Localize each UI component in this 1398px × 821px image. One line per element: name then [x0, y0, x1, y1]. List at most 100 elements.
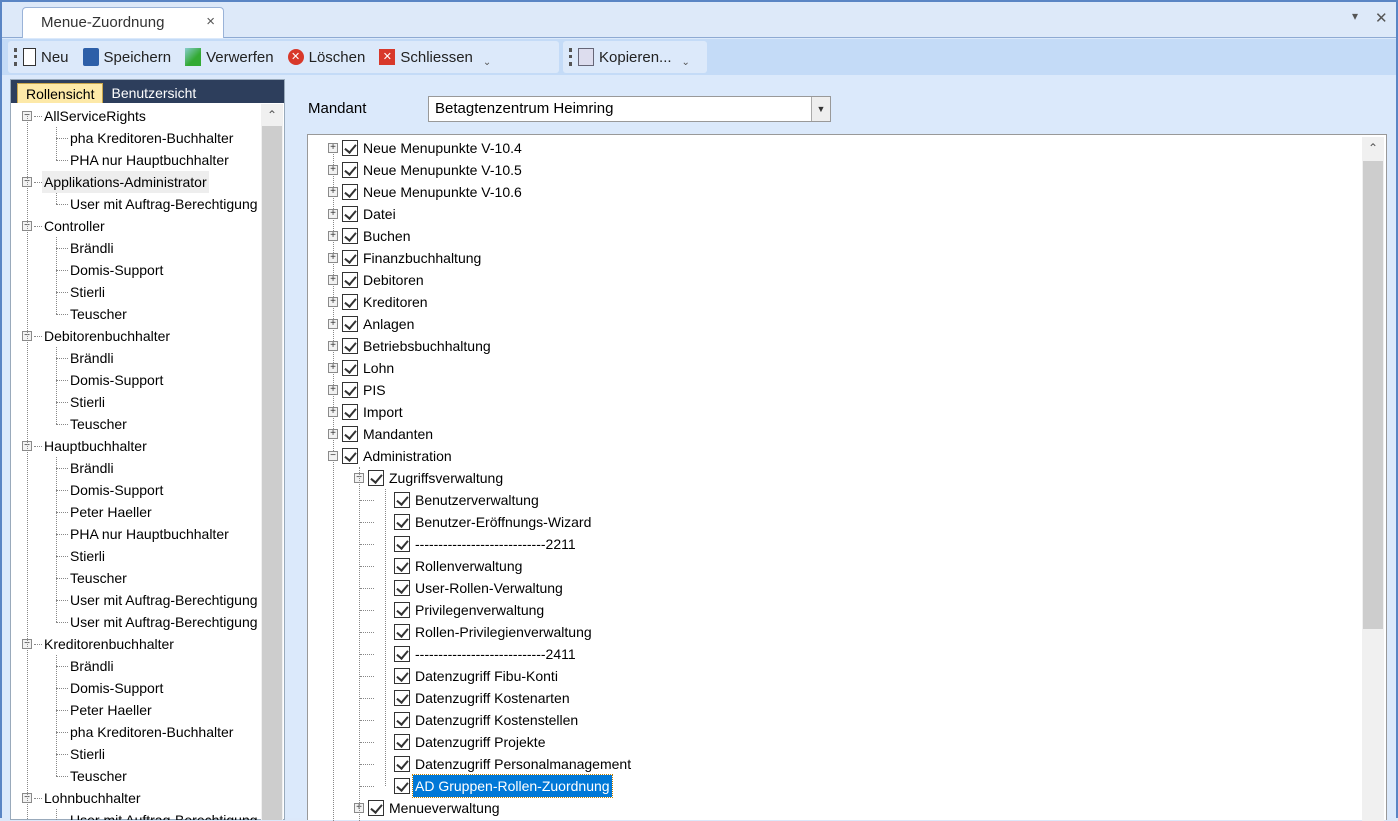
toolbar-grip[interactable]	[569, 48, 572, 66]
tree-node-user[interactable]: User mit Auftrag-Berechtigung	[11, 611, 261, 633]
tree-node-user[interactable]: Peter Haeller	[11, 699, 261, 721]
checkbox-checked[interactable]	[342, 338, 358, 354]
menu-tree-node[interactable]: Datenzugriff Projekte	[308, 731, 1362, 753]
discard-button[interactable]: Verwerfen	[185, 48, 274, 66]
checkbox-checked[interactable]	[394, 514, 410, 530]
checkbox-checked[interactable]	[342, 184, 358, 200]
tree-node-user[interactable]: Stierli	[11, 743, 261, 765]
checkbox-checked[interactable]	[394, 756, 410, 772]
tree-node-user[interactable]: Teuscher	[11, 413, 261, 435]
new-button[interactable]: Neu	[23, 48, 69, 66]
tree-node-role[interactable]: − AllServiceRights	[11, 105, 261, 127]
menu-tree-node[interactable]: AD Gruppen-Rollen-Zuordnung	[308, 774, 1362, 798]
tree-node-user[interactable]: Brändli	[11, 457, 261, 479]
expand-icon[interactable]: +	[328, 385, 338, 395]
menu-tree-node[interactable]: Privilegenverwaltung	[308, 599, 1362, 621]
menu-tree-node[interactable]: User-Rollen-Verwaltung	[308, 577, 1362, 599]
close-button[interactable]: ✕ Schliessen	[379, 49, 473, 66]
tree-node-user[interactable]: Teuscher	[11, 567, 261, 589]
menu-tree-node[interactable]: + Neue Menupunkte V-10.6	[308, 181, 1362, 203]
menu-tree-node[interactable]: ----------------------------2211	[308, 533, 1362, 555]
tree-node-user[interactable]: Teuscher	[11, 303, 261, 325]
menu-tree-node[interactable]: + Buchen	[308, 225, 1362, 247]
menu-tree-node[interactable]: + Neue Menupunkte V-10.5	[308, 159, 1362, 181]
checkbox-checked[interactable]	[342, 272, 358, 288]
checkbox-checked[interactable]	[342, 206, 358, 222]
menu-tree-node[interactable]: + Neue Menupunkte V-10.4	[308, 137, 1362, 159]
menu-tree-node[interactable]: + Datei	[308, 203, 1362, 225]
menu-tree-node[interactable]: + Finanzbuchhaltung	[308, 247, 1362, 269]
tree-node-user[interactable]: Stierli	[11, 281, 261, 303]
tree-node-user[interactable]: User mit Auftrag-Berechtigung	[11, 809, 261, 820]
tab-menue-zuordnung[interactable]: Menue-Zuordnung ×	[22, 7, 224, 38]
tab-benutzersicht[interactable]: Benutzersicht	[103, 83, 204, 103]
window-menu-icon[interactable]: ▾	[1352, 9, 1358, 23]
scroll-thumb[interactable]	[1363, 161, 1383, 629]
save-button[interactable]: Speichern	[82, 48, 171, 66]
checkbox-checked[interactable]	[342, 448, 358, 464]
collapse-icon[interactable]: −	[328, 451, 338, 461]
tree-node-user[interactable]: User mit Auftrag-Berechtigung	[11, 193, 261, 215]
menu-tree-node[interactable]: Datenzugriff Kostenstellen	[308, 709, 1362, 731]
menu-tree-node[interactable]: + Mandanten	[308, 423, 1362, 445]
checkbox-checked[interactable]	[394, 668, 410, 684]
expand-icon[interactable]: +	[328, 143, 338, 153]
checkbox-checked[interactable]	[342, 294, 358, 310]
tab-rollensicht[interactable]: Rollensicht	[17, 83, 104, 103]
tree-node-user[interactable]: Teuscher	[11, 765, 261, 787]
tree-node-role[interactable]: − Lohnbuchhalter	[11, 787, 261, 809]
toolbar-overflow-icon[interactable]: ⌄	[483, 57, 491, 68]
checkbox-checked[interactable]	[342, 404, 358, 420]
scroll-up-icon[interactable]: ⌃	[1362, 137, 1384, 157]
menu-tree-scrollbar[interactable]: ⌃	[1362, 137, 1384, 821]
checkbox-checked[interactable]	[342, 316, 358, 332]
menu-tree-node[interactable]: + Import	[308, 401, 1362, 423]
expand-icon[interactable]: +	[328, 363, 338, 373]
checkbox-checked[interactable]	[394, 492, 410, 508]
expand-icon[interactable]: +	[328, 253, 338, 263]
expand-icon[interactable]: +	[328, 275, 338, 285]
copy-button[interactable]: Kopieren...	[578, 48, 672, 66]
tree-node-user[interactable]: User mit Auftrag-Berechtigung	[11, 589, 261, 611]
checkbox-checked[interactable]	[342, 162, 358, 178]
tree-node-user[interactable]: Brändli	[11, 347, 261, 369]
checkbox-checked[interactable]	[342, 250, 358, 266]
expand-icon[interactable]: +	[328, 165, 338, 175]
menu-tree-node[interactable]: + Menueverwaltung	[308, 797, 1362, 819]
role-tree-scrollbar[interactable]: ⌃	[261, 104, 283, 820]
menu-tree-node[interactable]: + Kreditoren	[308, 291, 1362, 313]
menu-tree-node[interactable]: Benutzer-Eröffnungs-Wizard	[308, 511, 1362, 533]
mandant-select[interactable]: Betagtenzentrum Heimring ▼	[428, 96, 831, 122]
expand-icon[interactable]: +	[328, 187, 338, 197]
menu-tree-node[interactable]: − Administration	[308, 445, 1362, 467]
toolbar-overflow-icon[interactable]: ⌄	[682, 57, 690, 68]
checkbox-checked[interactable]	[342, 382, 358, 398]
checkbox-checked[interactable]	[394, 690, 410, 706]
menu-tree-node[interactable]: Rollen-Privilegienverwaltung	[308, 621, 1362, 643]
tree-node-role[interactable]: − Kreditorenbuchhalter	[11, 633, 261, 655]
tree-node-user[interactable]: pha Kreditoren-Buchhalter	[11, 127, 261, 149]
checkbox-checked[interactable]	[394, 624, 410, 640]
menu-tree-node[interactable]: + Lohn	[308, 357, 1362, 379]
tree-node-user[interactable]: PHA nur Hauptbuchhalter	[11, 523, 261, 545]
scroll-thumb[interactable]	[262, 126, 282, 820]
tree-node-user[interactable]: Domis-Support	[11, 369, 261, 391]
expand-icon[interactable]: +	[328, 297, 338, 307]
tree-node-user[interactable]: Domis-Support	[11, 479, 261, 501]
tree-node-user[interactable]: Brändli	[11, 237, 261, 259]
tab-close-icon[interactable]: ×	[206, 13, 215, 30]
checkbox-checked[interactable]	[394, 734, 410, 750]
menu-tree-node[interactable]: + Anlagen	[308, 313, 1362, 335]
checkbox-checked[interactable]	[394, 580, 410, 596]
tree-node-user[interactable]: Domis-Support	[11, 677, 261, 699]
menu-tree-node[interactable]: Benutzerverwaltung	[308, 489, 1362, 511]
checkbox-checked[interactable]	[368, 470, 384, 486]
tree-node-user[interactable]: Peter Haeller	[11, 501, 261, 523]
tree-node-role[interactable]: − Hauptbuchhalter	[11, 435, 261, 457]
scroll-up-icon[interactable]: ⌃	[261, 104, 283, 124]
expand-icon[interactable]: +	[328, 407, 338, 417]
window-close-icon[interactable]: ✕	[1375, 9, 1388, 27]
expand-icon[interactable]: +	[328, 341, 338, 351]
checkbox-checked[interactable]	[394, 536, 410, 552]
tree-node-role[interactable]: − Debitorenbuchhalter	[11, 325, 261, 347]
